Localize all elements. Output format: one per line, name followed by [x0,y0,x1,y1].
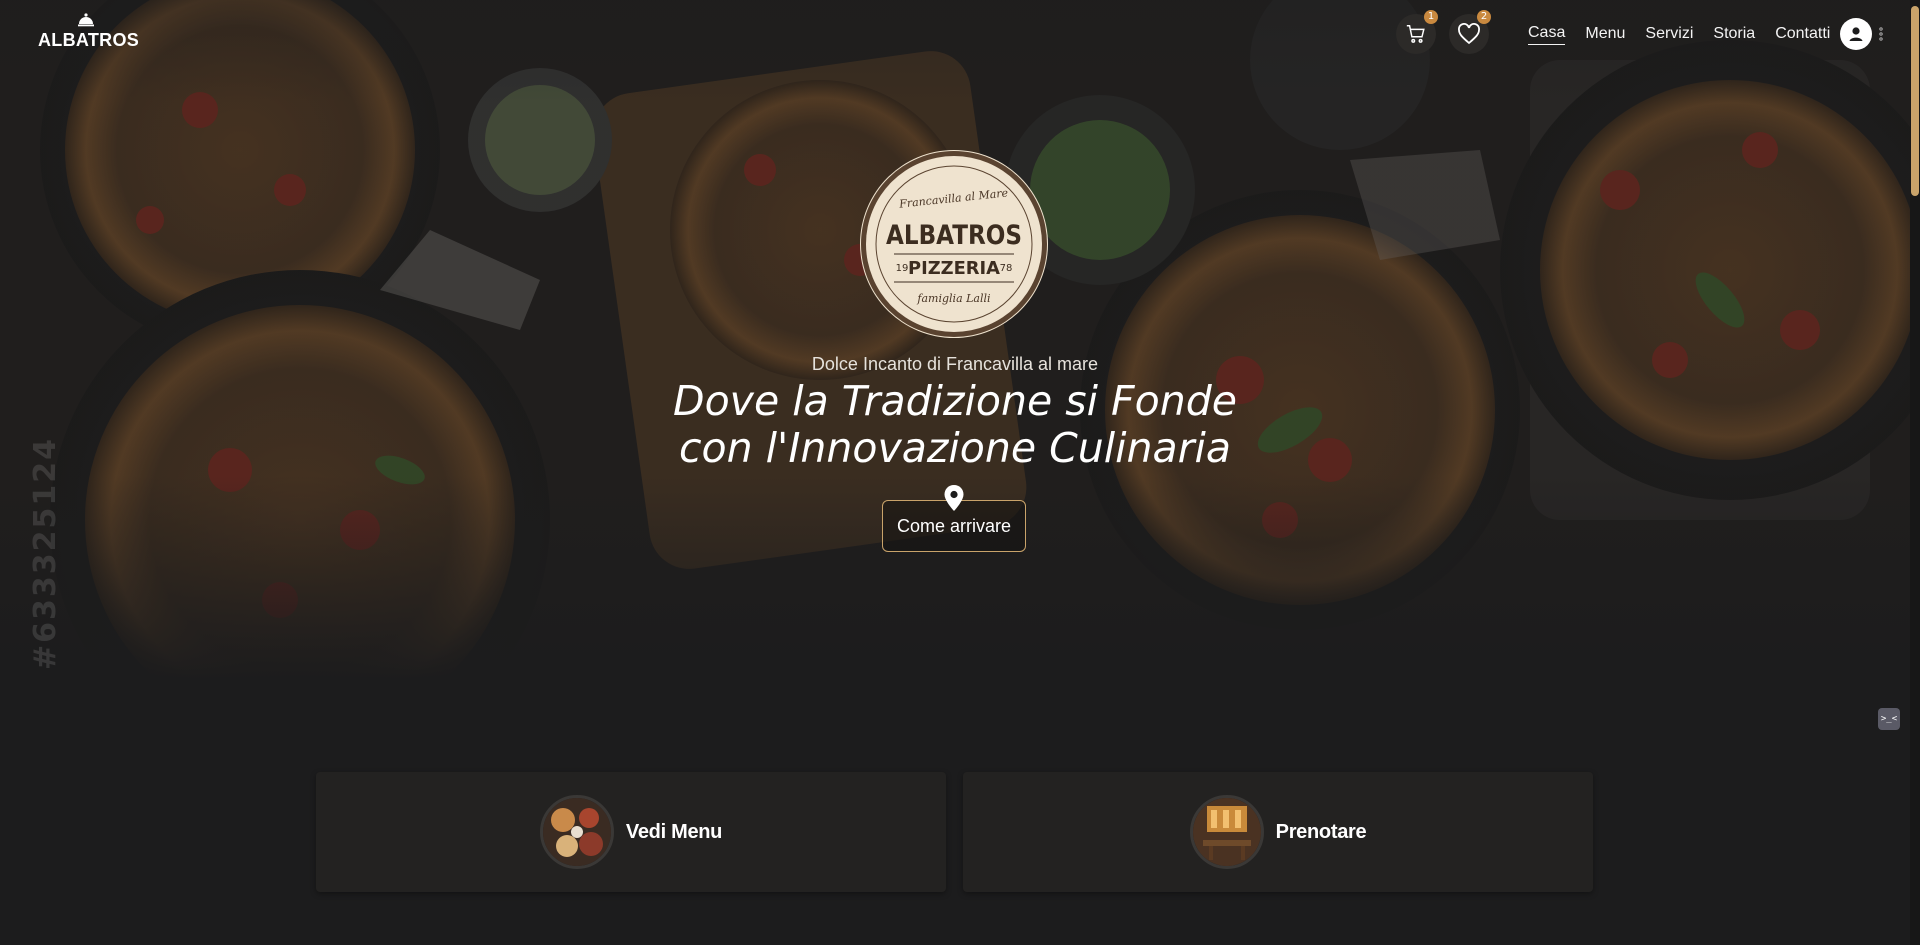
booking-card-label: Prenotare [1275,820,1367,843]
cart-count-badge: 1 [1424,10,1438,24]
seal-sub: PIZZERIA [908,258,1000,279]
menu-dishes-thumb [539,795,614,869]
hero-section: #633325124 [0,0,1920,680]
hero-headline: Dove la Tradizione si Fonde con l'Innova… [560,378,1350,472]
menu-card-label: Vedi Menu [625,820,723,843]
cart-button[interactable]: 1 [1396,10,1438,54]
hero-overlay [0,0,1920,680]
bot-icon[interactable]: >_< [1878,708,1900,730]
seal-year-right: 78 [1000,263,1013,274]
seal-bottom-text: famiglia Lalli [916,292,990,305]
wishlist-button[interactable]: 2 [1449,10,1491,54]
kebab-icon[interactable] [1878,26,1884,42]
hero-headline-line-2: con l'Innovazione Culinaria [679,424,1231,472]
brand-name: ALBATROS [38,30,140,50]
nav-link-casa[interactable]: Casa [1528,24,1566,45]
dishes-image [542,798,611,866]
scrollbar-thumb[interactable] [1911,6,1919,196]
seal-graphic: Francavilla al Mare ALBATROS 19 PIZZERIA… [870,160,1038,328]
seal-year-left: 19 [896,263,909,274]
hero-tagline: Dolce Incanto di Francavilla al mare [811,354,1099,374]
hero-headline-line-1: Dove la Tradizione si Fonde [673,377,1237,425]
nav-link-servizi[interactable]: Servizi [1645,25,1693,45]
account-button[interactable] [1840,18,1872,50]
user-circle-icon [1849,27,1863,41]
cart-icon [1406,25,1425,43]
wishlist-count-badge: 2 [1477,10,1491,24]
cloche-icon [78,13,94,27]
brand-logo[interactable]: ALBATROS [38,12,140,51]
nav-link-menu[interactable]: Menu [1585,25,1625,45]
navbar: ALBATROS 1 2 Casa Menu Servizi Storia Co… [0,0,1920,70]
pizzeria-seal-logo: Francavilla al Mare ALBATROS 19 PIZZERIA… [866,156,1042,332]
seal-name: ALBATROS [886,220,1022,251]
restaurant-interior-thumb [1189,795,1264,869]
booking-card[interactable]: Prenotare [963,772,1593,892]
stock-watermark: #633325124 [28,436,63,670]
nav-link-contatti[interactable]: Contatti [1775,25,1830,45]
main-nav: Casa Menu Servizi Storia Contatti [1528,24,1830,45]
menu-card[interactable]: Vedi Menu [316,772,946,892]
heart-icon [1458,23,1480,45]
interior-image [1192,798,1261,866]
map-pin-icon [944,485,964,511]
nav-link-storia[interactable]: Storia [1713,25,1755,45]
